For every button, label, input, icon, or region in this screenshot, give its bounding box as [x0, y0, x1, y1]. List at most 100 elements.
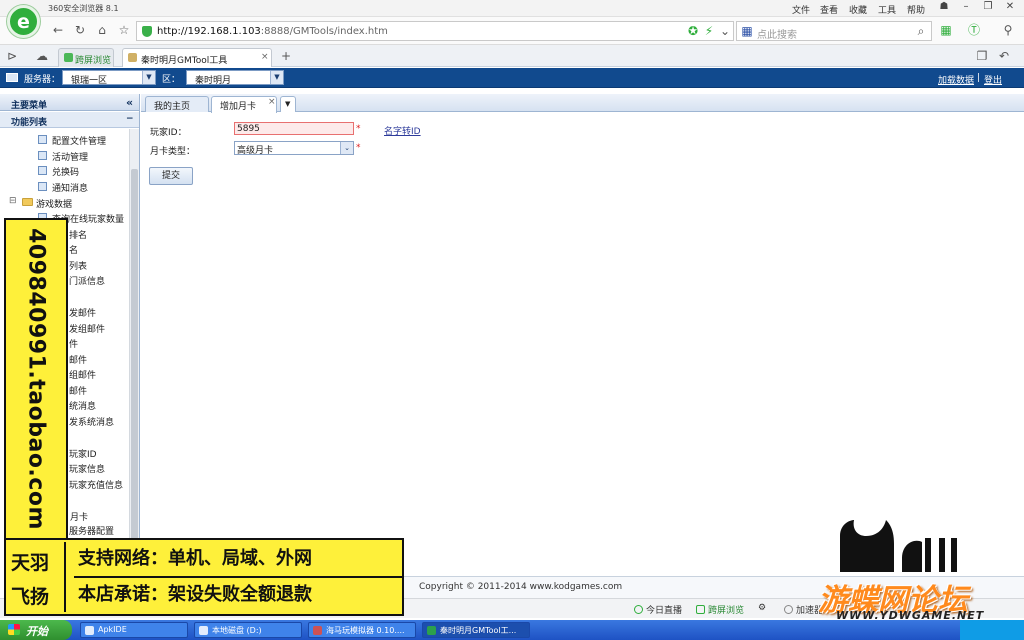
chevron-down-icon: ▼: [285, 100, 291, 108]
folder-icon: [85, 626, 94, 635]
menu-favorites[interactable]: 收藏: [849, 3, 867, 16]
account-icon[interactable]: ⚲: [1000, 22, 1016, 38]
browser-logo-icon: e: [7, 5, 40, 38]
menu-file[interactable]: 文件: [792, 3, 810, 16]
navigation-bar: ← ↻ ⌂ ☆ http://192.168.1.103:8888/GMTool…: [0, 17, 1024, 45]
watermark-logo-icon: [840, 520, 957, 572]
cross-screen-button[interactable]: 跨屏浏览: [696, 603, 744, 616]
tab-my-home[interactable]: 我的主页: [145, 96, 209, 112]
page-icon: [38, 182, 47, 191]
vertical-ad-text: 409840991.taobao.com: [23, 228, 49, 530]
card-type-label: 月卡类型：: [150, 147, 196, 157]
sidebar-tree-item-label: 服务器配置: [69, 527, 115, 537]
skin-icon[interactable]: ☗: [934, 1, 954, 15]
restore-icon[interactable]: ❐: [978, 1, 998, 15]
menu-tools[interactable]: 工具: [878, 3, 896, 16]
chevron-down-icon: ▼: [142, 71, 155, 84]
task-gmtool[interactable]: 秦时明月GMTool工...: [422, 622, 530, 638]
start-button[interactable]: 开始: [0, 620, 72, 640]
home-icon[interactable]: ⌂: [94, 22, 110, 38]
favorite-star-icon[interactable]: ☆: [116, 22, 132, 38]
name-to-id-link[interactable]: 名字转ID: [384, 124, 421, 137]
tab-close-icon[interactable]: ×: [268, 97, 276, 107]
submit-button[interactable]: 提交: [149, 167, 193, 185]
app-header: 服务器： 银瑞一区 ▼ 区： 秦时明月 ▼ 加载数据 | 登出: [0, 68, 1024, 88]
windows-flag-icon: [8, 624, 20, 635]
task-local-disk[interactable]: 本地磁盘 (D:): [194, 622, 302, 638]
load-data-link[interactable]: 加载数据: [938, 73, 974, 86]
scroll-thumb[interactable]: [131, 169, 138, 569]
sidebar-tree-item-label: 通知消息: [52, 184, 89, 194]
refresh-icon[interactable]: ↻: [72, 22, 88, 38]
compat-mode-icon[interactable]: ✪: [685, 23, 701, 39]
search-engine-icon[interactable]: ▦: [739, 23, 755, 39]
sidebar-tree-item-label: 发系统消息: [69, 418, 115, 428]
browser-title-bar: 360安全浏览器 8.1 文件 查看 收藏 工具 帮助 ☗ – ❐ ✕: [0, 0, 1024, 17]
sidebar-tree-item-label: 发邮件: [69, 309, 97, 319]
sidebar-tree-item-label: 件: [69, 340, 79, 350]
sidebar-section-title: 功能列表: [11, 118, 48, 128]
logout-link[interactable]: 登出: [984, 73, 1002, 86]
sidebar-tree-item-label: 玩家ID: [69, 450, 97, 460]
drive-icon: [199, 626, 208, 635]
ad-line-promise: 本店承诺：架设失败全额退款: [78, 584, 312, 605]
apps-icon[interactable]: ▦: [938, 22, 954, 38]
card-type-select[interactable]: 高级月卡 ⌄: [234, 141, 354, 156]
sidebar-tree-item-label: 名: [69, 246, 79, 256]
today-live-button[interactable]: 今日直播: [634, 603, 682, 616]
windows-taskbar: 开始 ApkIDE 本地磁盘 (D:) 海马玩模拟器 0.10.... 秦时明月…: [0, 620, 1024, 640]
close-icon[interactable]: ✕: [1000, 1, 1020, 15]
tab-close-icon[interactable]: ×: [261, 52, 269, 62]
sidebar-tree-item-label: 门派信息: [69, 277, 106, 287]
sidebar-section-header[interactable]: 功能列表 −: [0, 112, 139, 128]
folder-icon: [22, 198, 33, 206]
vertical-ad-banner: 409840991.taobao.com: [4, 218, 68, 540]
undo-close-icon[interactable]: ↶: [996, 48, 1012, 64]
task-emulator[interactable]: 海马玩模拟器 0.10....: [308, 622, 416, 638]
sidebar-tree-item-label: 列表: [69, 262, 88, 272]
sidebar-tree-item-label: 月卡: [70, 513, 89, 523]
new-tab-icon[interactable]: +: [278, 48, 294, 64]
collapse-icon[interactable]: «: [126, 96, 133, 109]
sidebar-tree-item-label: 游戏数据: [36, 200, 73, 210]
player-id-input[interactable]: 5895: [234, 122, 354, 135]
system-tray: [960, 620, 1024, 640]
ad-line-network: 支持网络：单机、局域、外网: [74, 542, 402, 578]
address-dropdown-icon[interactable]: ⌄: [717, 23, 733, 39]
tab-menu-button[interactable]: ▼: [280, 96, 296, 112]
sidebar-tree-item-label: 邮件: [69, 387, 88, 397]
sidebar-toggle-icon[interactable]: ⊳: [4, 48, 20, 64]
link-separator: |: [977, 73, 981, 83]
sidebar-scrollbar[interactable]: [129, 129, 139, 574]
search-placeholder: 点此搜索: [757, 30, 797, 41]
chevron-down-icon: ⌄: [340, 142, 353, 154]
sidebar-tree-item-label: 邮件: [69, 356, 88, 366]
minimize-icon[interactable]: –: [956, 1, 976, 15]
settings-icon[interactable]: ⚙: [758, 603, 766, 613]
search-icon[interactable]: ⌕: [913, 23, 929, 39]
search-box[interactable]: ▦ 点此搜索 ⌕: [736, 21, 932, 41]
server-select[interactable]: 银瑞一区 ▼: [62, 70, 156, 86]
section-toggle-icon[interactable]: −: [126, 114, 134, 124]
speed-mode-icon[interactable]: ⚡: [701, 23, 717, 39]
page-icon: [128, 53, 137, 62]
tab-gmtool[interactable]: 秦时明月GMTool工具 ×: [122, 48, 272, 67]
back-icon[interactable]: ←: [50, 22, 66, 38]
browser-title: 360安全浏览器 8.1: [48, 4, 119, 13]
menu-help[interactable]: 帮助: [907, 3, 925, 16]
menu-view[interactable]: 查看: [820, 3, 838, 16]
zone-select[interactable]: 秦时明月 ▼: [186, 70, 284, 86]
tab-add-monthly-card[interactable]: 增加月卡 ×: [211, 96, 277, 113]
tab-cross-screen[interactable]: 跨屏浏览: [58, 48, 114, 67]
sidebar-tree-item-label: 发组邮件: [69, 325, 106, 335]
address-bar[interactable]: http://192.168.1.103:8888/GMTools/index.…: [136, 21, 734, 41]
tree-collapse-icon[interactable]: ⊟: [9, 196, 17, 206]
cloud-icon[interactable]: ☁: [34, 48, 50, 64]
sidebar-tree-item-label: 统消息: [69, 402, 97, 412]
protection-icon[interactable]: Ⓣ: [966, 22, 982, 38]
restore-tabs-icon[interactable]: ❐: [974, 48, 990, 64]
task-apkide[interactable]: ApkIDE: [80, 622, 188, 638]
page-icon: [38, 166, 47, 175]
required-mark: *: [356, 124, 361, 134]
page-icon: [38, 135, 47, 144]
